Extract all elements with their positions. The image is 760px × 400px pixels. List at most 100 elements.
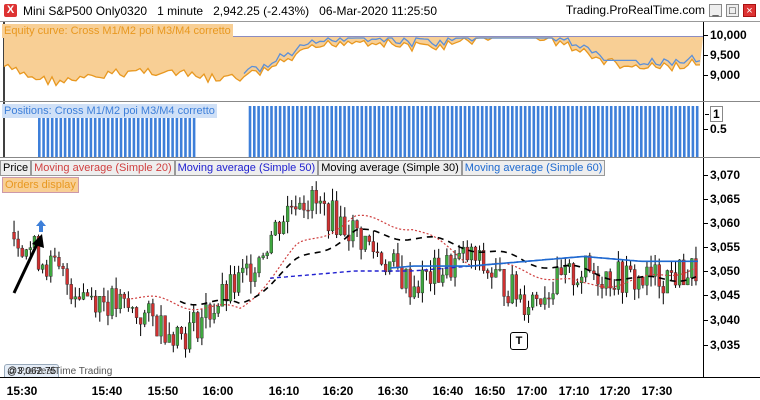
candle-body xyxy=(494,269,498,278)
t-order-icon[interactable]: T xyxy=(510,332,528,350)
position-bar xyxy=(631,106,634,157)
minimize-button[interactable]: _ xyxy=(709,3,722,17)
equity-title[interactable]: Equity curve: Cross M1/M2 poi M3/M4 corr… xyxy=(2,24,233,38)
candle-body xyxy=(588,255,592,272)
position-bar xyxy=(257,106,260,157)
candle-body xyxy=(686,277,690,286)
position-bar xyxy=(403,106,407,157)
candle-body xyxy=(53,255,57,258)
position-bar xyxy=(278,106,282,157)
time-tick: 15:30 xyxy=(6,384,38,398)
candle-body xyxy=(641,276,645,286)
close-button[interactable]: × xyxy=(743,3,756,17)
legend-bar: Price Moving average (Simple 20) Moving … xyxy=(0,160,606,176)
close-chart-icon[interactable]: X xyxy=(4,4,17,17)
time-x-axis: 15:30 15:40 15:50 16:00 16:10 16:20 16:3… xyxy=(0,377,760,400)
candle-body xyxy=(445,255,449,276)
candle-body xyxy=(432,257,437,284)
position-bar xyxy=(364,106,368,157)
position-bar xyxy=(480,106,484,157)
position-bar xyxy=(356,106,359,157)
candle-body xyxy=(575,282,580,286)
position-bar xyxy=(695,106,699,157)
candle-body xyxy=(163,315,167,343)
price-panel: Price Moving average (Simple 20) Moving … xyxy=(0,158,760,377)
equity-y-axis: 10,000 9,500 9,000 xyxy=(703,22,760,101)
candle-body xyxy=(85,292,90,297)
candle-body xyxy=(175,327,180,346)
candle-body xyxy=(216,306,220,314)
candle-body xyxy=(555,267,559,294)
candle-body xyxy=(326,203,331,232)
position-bar xyxy=(678,106,682,157)
candle-body xyxy=(673,272,678,286)
candle-body xyxy=(306,209,310,212)
positions-title[interactable]: Positions: Cross M1/M2 poi M3/M4 corrett… xyxy=(2,104,217,118)
candle-body xyxy=(416,286,420,294)
position-bar xyxy=(541,106,544,157)
position-bar xyxy=(622,106,626,157)
position-bar xyxy=(265,106,269,157)
legend-ma60[interactable]: Moving average (Simple 60) xyxy=(461,160,606,176)
time-tick: 17:00 xyxy=(516,384,548,398)
candle-body xyxy=(314,190,318,204)
candle-body xyxy=(24,249,28,257)
legend-price[interactable]: Price xyxy=(0,160,32,176)
position-bar xyxy=(592,106,596,157)
candle-body xyxy=(151,303,155,317)
candle-body xyxy=(73,296,77,300)
legend-ma20[interactable]: Moving average (Simple 20) xyxy=(31,160,175,176)
candle-body xyxy=(604,271,608,289)
candle-body xyxy=(547,297,551,300)
equity-tick: 9,500 xyxy=(703,48,741,62)
candle-body xyxy=(469,246,474,261)
position-bar xyxy=(373,106,376,157)
legend-ma50[interactable]: Moving average (Simple 50) xyxy=(174,160,319,176)
time-tick: 16:00 xyxy=(202,384,234,398)
position-bar xyxy=(343,106,346,157)
position-bar xyxy=(515,106,518,157)
position-bar xyxy=(459,106,462,157)
time-tick: 17:10 xyxy=(558,384,590,398)
candle-body xyxy=(506,296,510,304)
position-bar xyxy=(674,106,677,157)
position-bar xyxy=(635,106,639,157)
candle-body xyxy=(49,255,53,277)
candle-body xyxy=(89,295,94,298)
position-bar xyxy=(670,106,673,157)
position-bar xyxy=(588,106,591,157)
position-bar xyxy=(601,106,604,157)
candle-body xyxy=(159,315,163,337)
candle-body xyxy=(69,284,73,300)
candle-body xyxy=(281,221,286,234)
position-bar xyxy=(554,106,557,157)
candle-body xyxy=(187,322,192,350)
candle-body xyxy=(343,216,347,236)
legend-ma30[interactable]: Moving average (Simple 30) xyxy=(318,160,462,176)
positions-tick: 1 xyxy=(705,106,723,122)
candle-body xyxy=(543,297,547,305)
candle-body xyxy=(318,200,322,204)
position-bar xyxy=(429,106,432,157)
time-tick: 16:50 xyxy=(474,384,506,398)
price-chart xyxy=(12,181,698,358)
candle-body xyxy=(106,301,110,316)
equity-tick: 10,000 xyxy=(704,28,747,42)
candle-body xyxy=(130,307,135,309)
maximize-button[interactable]: □ xyxy=(726,3,739,17)
candle-body xyxy=(612,287,616,290)
position-bar xyxy=(575,106,579,157)
candle-body xyxy=(143,312,147,325)
time-tick: 16:40 xyxy=(432,384,464,398)
candle-body xyxy=(518,294,523,300)
candle-body xyxy=(265,252,269,256)
candle-body xyxy=(510,274,514,304)
candle-body xyxy=(490,272,494,278)
candle-body xyxy=(179,327,184,334)
orders-display-label[interactable]: Orders display xyxy=(2,177,79,193)
candle-body xyxy=(134,307,139,318)
position-bar xyxy=(248,106,252,157)
candle-body xyxy=(147,303,151,314)
position-bar xyxy=(519,106,523,157)
candle-body xyxy=(138,317,143,325)
